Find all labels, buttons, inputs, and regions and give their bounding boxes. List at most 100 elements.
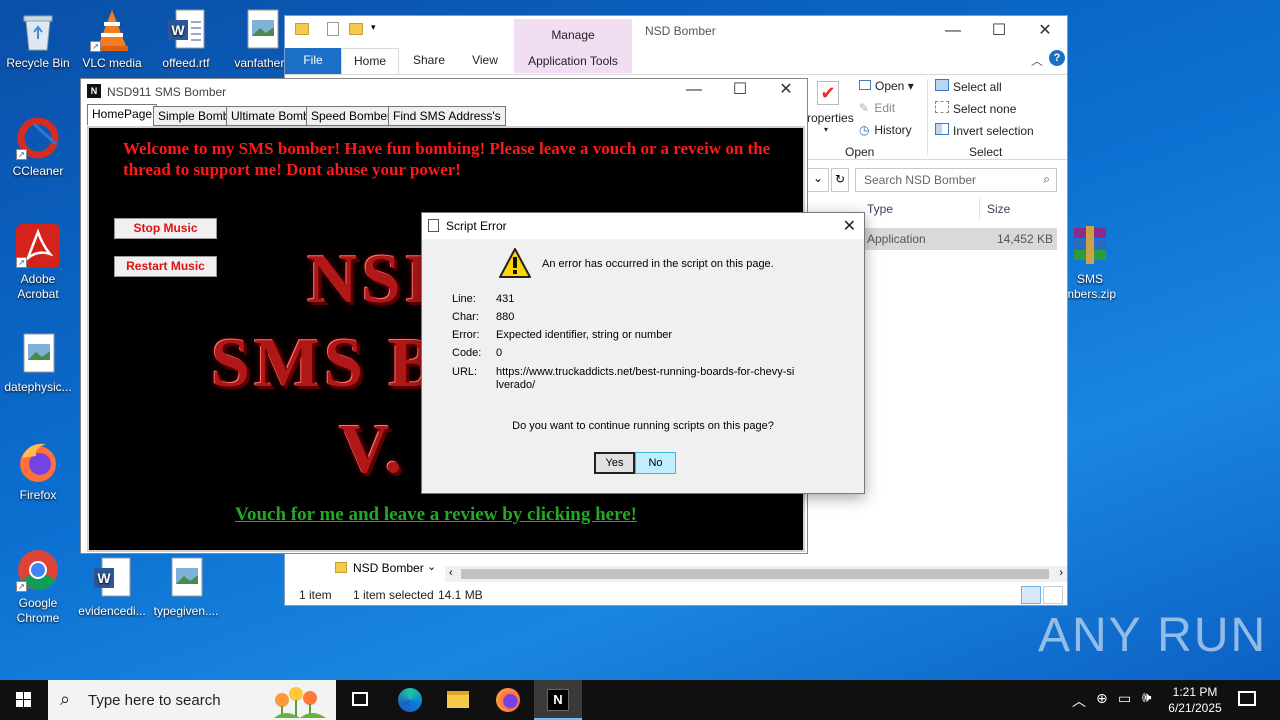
taskbar-search-placeholder: Type here to search (88, 692, 221, 709)
details-view-icon[interactable] (1021, 586, 1041, 604)
tab-homepage[interactable]: HomePage (87, 104, 158, 125)
edit-icon: ✎ (859, 101, 870, 115)
tab-home[interactable]: Home (341, 48, 399, 74)
help-icon[interactable]: ? (1049, 50, 1065, 66)
bomber-maximize-button[interactable]: ☐ (717, 77, 763, 103)
desktop-icon-datephysic[interactable]: datephysic... (0, 332, 76, 395)
taskbar-edge[interactable] (386, 680, 434, 720)
task-view-button[interactable] (336, 680, 384, 720)
banner-line-2: SMS B (211, 325, 440, 402)
chevron-down-icon[interactable]: ⌄ (427, 560, 436, 573)
show-hidden-icons-chevron-icon[interactable]: ︿ (1072, 691, 1086, 711)
refresh-icon: ↻ (835, 172, 846, 186)
image-file-icon (164, 556, 208, 600)
yes-button[interactable]: Yes (594, 452, 635, 474)
dialog-titlebar[interactable]: Script Error ✕ (422, 213, 864, 239)
taskbar-firefox[interactable] (484, 680, 532, 720)
tab-ultimate-bomb[interactable]: Ultimate Bomb (226, 106, 315, 126)
desktop-icon-firefox[interactable]: Firefox (0, 440, 76, 503)
network-tray-icon[interactable]: ▭ (1118, 690, 1131, 707)
tab-speed-bomber[interactable]: Speed Bomber (306, 106, 397, 126)
vouch-link[interactable]: Vouch for me and leave a review by click… (235, 504, 637, 526)
horizontal-scrollbar[interactable]: ‹ › (445, 566, 1067, 582)
select-none-button[interactable]: Select none (935, 101, 1016, 116)
desktop-icon-typegiven[interactable]: typegiven.... (148, 556, 224, 619)
open-group-label: Open (845, 145, 875, 159)
nsd-app-icon: N (547, 689, 569, 711)
script-error-dialog: Script Error ✕ An error has occurred in … (421, 212, 865, 494)
close-button[interactable]: ✕ (1022, 16, 1068, 46)
search-input[interactable]: Search NSD Bomber ⌕ (855, 168, 1057, 192)
bomber-close-button[interactable]: ✕ (763, 77, 809, 103)
maximize-button[interactable]: ☐ (976, 16, 1022, 46)
notifications-icon[interactable] (1238, 691, 1256, 706)
explorer-titlebar[interactable]: ▾ Manage Application Tools NSD Bomber — … (285, 16, 1068, 73)
ribbon-collapse-icon[interactable]: ︿ (1031, 52, 1043, 69)
properties-dropdown-icon[interactable]: ▾ (824, 125, 828, 134)
taskbar-nsd-bomber[interactable]: N (534, 680, 582, 720)
desktop-icon-adobe-acrobat[interactable]: ↗ Adobe Acrobat (0, 224, 76, 302)
stop-music-button[interactable]: Stop Music (114, 218, 217, 239)
desktop-icon-ccleaner[interactable]: ↗ CCleaner (0, 116, 76, 179)
folder-icon (335, 562, 347, 573)
manage-tab-label: Manage (551, 28, 595, 42)
address-dropdown[interactable]: ⌄ (807, 168, 829, 192)
refresh-button[interactable]: ↻ (831, 168, 849, 192)
tab-view[interactable]: View (465, 48, 505, 74)
file-row[interactable]: Application 14,452 KB (861, 228, 1057, 250)
bomber-minimize-button[interactable]: — (671, 77, 717, 103)
edit-button[interactable]: ✎ Edit (859, 101, 895, 115)
dialog-message: An error has occurred in the script on t… (542, 258, 774, 270)
search-icon: ⌕ (1043, 172, 1050, 186)
desktop-icon-evidencedi[interactable]: W evidencedi... (74, 556, 150, 619)
bomber-titlebar[interactable]: N NSD911 SMS Bomber — ☐ ✕ (81, 79, 807, 105)
scroll-thumb[interactable] (461, 569, 1049, 579)
explorer-title: NSD Bomber (645, 24, 716, 38)
banner-line-1: NSI (307, 241, 436, 318)
taskbar-file-explorer[interactable] (434, 680, 482, 720)
taskbar-clock[interactable]: 1:21 PM 6/21/2025 (1160, 684, 1230, 716)
tab-share[interactable]: Share (409, 48, 449, 74)
history-button[interactable]: ◷ History (859, 123, 912, 137)
desktop-icon-vlc[interactable]: ↗ VLC media (74, 8, 150, 71)
warning-icon (498, 247, 532, 282)
desktop-icon-offeed-rtf[interactable]: W offeed.rtf (148, 8, 224, 71)
desktop-icon-google-chrome[interactable]: ↗ Google Chrome (0, 548, 76, 626)
minimize-button[interactable]: — (930, 16, 976, 46)
nav-pane-folder[interactable]: NSD Bomber ⌄ (333, 558, 443, 578)
security-tray-icon[interactable]: ⊕ (1096, 690, 1108, 707)
select-all-button[interactable]: Select all (935, 79, 1002, 94)
restart-music-button[interactable]: Restart Music (114, 256, 217, 277)
dialog-close-button[interactable]: ✕ (843, 216, 856, 236)
scroll-right-icon[interactable]: › (1059, 567, 1063, 579)
file-explorer-icon (447, 691, 469, 708)
chevron-down-icon: ⌄ (813, 171, 824, 185)
tab-file[interactable]: File (285, 48, 341, 74)
history-icon: ◷ (859, 123, 870, 137)
large-icons-view-icon[interactable] (1043, 586, 1063, 604)
no-button[interactable]: No (635, 452, 676, 474)
firefox-icon (496, 688, 520, 712)
volume-tray-icon[interactable]: 🕪 (1142, 689, 1151, 706)
column-header-type[interactable]: Type (867, 202, 893, 216)
start-button[interactable] (0, 680, 48, 720)
open-button[interactable]: Open ▾ (859, 79, 914, 93)
new-folder-quick-icon[interactable] (349, 23, 363, 35)
taskbar-search-box[interactable]: ⌕ Type here to search (48, 680, 336, 720)
status-item-count: 1 item (299, 588, 332, 602)
properties-button[interactable]: roperties (807, 111, 854, 125)
invert-selection-button[interactable]: Invert selection (935, 123, 1034, 138)
welcome-text: Welcome to my SMS bomber! Have fun bombi… (123, 139, 771, 179)
tab-find-sms-address[interactable]: Find SMS Address's (388, 106, 506, 126)
column-header-size[interactable]: Size (987, 202, 1010, 216)
search-icon: ⌕ (60, 689, 71, 709)
properties-quick-icon[interactable] (327, 22, 339, 36)
nsd-app-icon: N (87, 84, 101, 98)
quick-access-dropdown-icon[interactable]: ▾ (371, 22, 376, 33)
url-value: https://www.truckaddicts.net/best-runnin… (496, 366, 795, 391)
scroll-left-icon[interactable]: ‹ (449, 567, 453, 579)
acrobat-icon: ↗ (16, 224, 60, 268)
tab-simple-bomb[interactable]: Simple Bomb (153, 106, 235, 126)
desktop-icon-recycle-bin[interactable]: Recycle Bin (0, 8, 76, 71)
chrome-icon: ↗ (16, 548, 60, 592)
